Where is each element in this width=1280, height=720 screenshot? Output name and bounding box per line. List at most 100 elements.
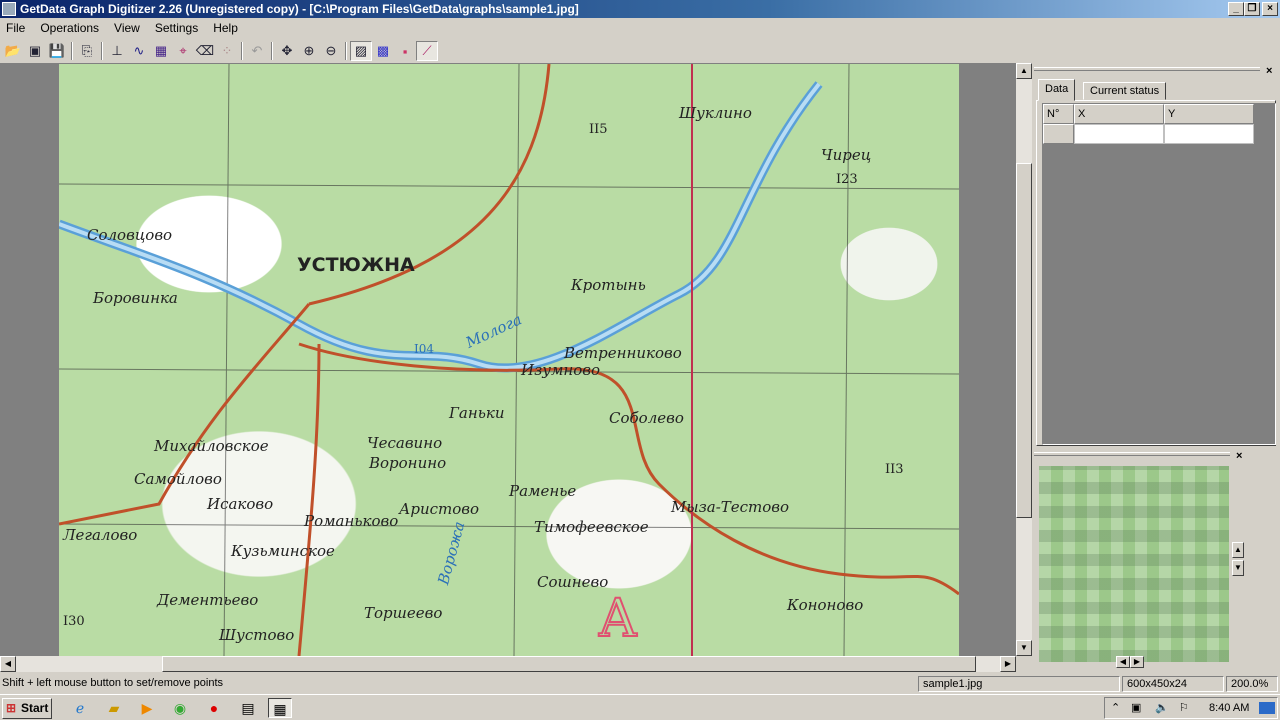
- map-label: УСТЮЖНА: [297, 254, 415, 276]
- map-image[interactable]: Соловцово УСТЮЖНА Боровинка Шуклино Чире…: [59, 64, 959, 656]
- close-icon[interactable]: ×: [1266, 65, 1272, 77]
- column-header-y[interactable]: Y: [1164, 104, 1254, 124]
- separator: [271, 42, 273, 60]
- zoom-preview: [1039, 466, 1229, 662]
- menu-file[interactable]: File: [0, 21, 34, 35]
- getdata-taskbar-button[interactable]: ▦: [268, 698, 292, 718]
- map-label: II5: [589, 122, 608, 137]
- map-label: Кузьминское: [231, 542, 335, 560]
- app-taskbar-icon[interactable]: ▤: [236, 698, 260, 718]
- map-label: Изумново: [521, 361, 601, 379]
- system-tray: ⌃ ▣ 🔈 ⚐ 8:40 AM: [1104, 697, 1278, 719]
- separator: [71, 42, 73, 60]
- show-hidden-icons[interactable]: ⌃: [1111, 698, 1120, 718]
- zoom-panel: × ▲ ▼ ◀ ▶: [1034, 450, 1280, 672]
- open-icon[interactable]: 📂: [2, 41, 24, 61]
- tab-data[interactable]: Data: [1038, 79, 1076, 101]
- scroll-thumb[interactable]: [1016, 163, 1032, 518]
- menu-operations[interactable]: Operations: [34, 21, 108, 35]
- map-label: Ветренниково: [564, 344, 682, 362]
- axes-icon[interactable]: ⊥: [106, 41, 128, 61]
- toolbar: 📂 ▣ 💾 ⎘ ⊥ ∿ ▦ ⌖ ⌫ ⁘ ↶ ✥ ⊕ ⊖ ▨ ▩ ▪ ⟋: [0, 40, 1280, 62]
- tab-current-status[interactable]: Current status: [1083, 82, 1167, 100]
- flag-icon[interactable]: ⚐: [1179, 698, 1189, 718]
- column-header-n[interactable]: N°: [1043, 104, 1074, 124]
- eraser-icon[interactable]: ⌫: [194, 41, 216, 61]
- row-header[interactable]: [1043, 124, 1074, 144]
- ie-icon[interactable]: ℯ: [68, 698, 92, 718]
- map-label: Исаково: [207, 495, 274, 513]
- image-viewport[interactable]: Соловцово УСТЮЖНА Боровинка Шуклино Чире…: [0, 63, 1016, 656]
- minimize-button[interactable]: _: [1228, 2, 1244, 16]
- opera-icon[interactable]: ●: [202, 698, 226, 718]
- horizontal-scrollbar[interactable]: ◀ ▶: [0, 656, 1016, 672]
- auto-trace-icon[interactable]: ∿: [128, 41, 150, 61]
- zoom-up-button[interactable]: ▲: [1232, 542, 1244, 558]
- volume-icon[interactable]: 🔈: [1155, 698, 1169, 718]
- status-bar: Shift + left mouse button to set/remove …: [0, 674, 1280, 692]
- map-label: Михайловское: [154, 437, 269, 455]
- image-icon[interactable]: ▨: [350, 41, 372, 61]
- start-button[interactable]: ⊞ Start: [2, 698, 52, 719]
- network-icon[interactable]: ▣: [1131, 698, 1141, 718]
- status-zoom: 200.0%: [1226, 676, 1278, 692]
- point-capture-icon[interactable]: ⌖: [172, 41, 194, 61]
- copy-icon[interactable]: ⎘: [76, 41, 98, 61]
- status-file: sample1.jpg: [918, 676, 1120, 692]
- panel-grip[interactable]: [1034, 67, 1260, 71]
- vertical-scrollbar[interactable]: ▲ ▼: [1016, 63, 1032, 656]
- title-bar: GetData Graph Digitizer 2.26 (Unregister…: [0, 0, 1280, 18]
- map-label: II3: [885, 462, 904, 477]
- scroll-thumb[interactable]: [162, 656, 976, 672]
- map-label: Мыза-Тестово: [671, 498, 790, 516]
- map-label: Аристово: [399, 500, 480, 518]
- panel-grip[interactable]: [1034, 452, 1230, 456]
- scroll-up-button[interactable]: ▲: [1016, 63, 1032, 79]
- save-icon[interactable]: 💾: [46, 41, 68, 61]
- map-label: Легалово: [63, 526, 138, 544]
- zoom-right-button[interactable]: ▶: [1130, 656, 1144, 668]
- scroll-down-button[interactable]: ▼: [1016, 640, 1032, 656]
- scroll-right-button[interactable]: ▶: [1000, 656, 1016, 672]
- close-icon[interactable]: ×: [1236, 450, 1242, 462]
- chrome-icon[interactable]: ◉: [168, 698, 192, 718]
- column-header-x[interactable]: X: [1074, 104, 1164, 124]
- colors-icon[interactable]: ▪: [394, 41, 416, 61]
- clock[interactable]: 8:40 AM: [1209, 698, 1249, 718]
- zoom-in-icon[interactable]: ⊕: [298, 41, 320, 61]
- map-label: Самойлово: [134, 470, 222, 488]
- start-label: Start: [21, 701, 49, 715]
- window-title: GetData Graph Digitizer 2.26 (Unregister…: [20, 2, 579, 16]
- scan-icon[interactable]: ▣: [24, 41, 46, 61]
- map-label: Дементьево: [157, 591, 259, 609]
- map-label: I23: [836, 172, 858, 187]
- map-label: Шустово: [219, 626, 295, 644]
- app-icon[interactable]: [2, 2, 16, 16]
- separator: [101, 42, 103, 60]
- scroll-left-button[interactable]: ◀: [0, 656, 16, 672]
- menu-settings[interactable]: Settings: [149, 21, 207, 35]
- data-table[interactable]: N° X Y: [1042, 103, 1276, 445]
- media-player-icon[interactable]: ▶: [135, 698, 159, 718]
- graph-icon[interactable]: ⟋: [416, 41, 438, 61]
- map-label: Сошнево: [537, 573, 609, 591]
- cell-y[interactable]: [1164, 124, 1254, 144]
- zoom-left-button[interactable]: ◀: [1116, 656, 1130, 668]
- river: [59, 81, 823, 373]
- menu-view[interactable]: View: [108, 21, 149, 35]
- restore-button[interactable]: ❐: [1244, 2, 1260, 16]
- menu-help[interactable]: Help: [207, 21, 247, 35]
- cell-x[interactable]: [1074, 124, 1164, 144]
- zoom-out-icon[interactable]: ⊖: [320, 41, 342, 61]
- order-points-icon[interactable]: ⁘: [216, 41, 238, 61]
- close-button[interactable]: ×: [1262, 2, 1278, 16]
- undo-icon[interactable]: ↶: [246, 41, 268, 61]
- area-icon[interactable]: ▦: [150, 41, 172, 61]
- show-desktop-icon[interactable]: [1259, 702, 1275, 714]
- map-label: Торшеево: [364, 604, 443, 622]
- grid-icon[interactable]: ▩: [372, 41, 394, 61]
- zoom-down-button[interactable]: ▼: [1232, 560, 1244, 576]
- folder-icon[interactable]: ▰: [102, 698, 126, 718]
- pan-icon[interactable]: ✥: [276, 41, 298, 61]
- map-label: Кононово: [787, 596, 864, 614]
